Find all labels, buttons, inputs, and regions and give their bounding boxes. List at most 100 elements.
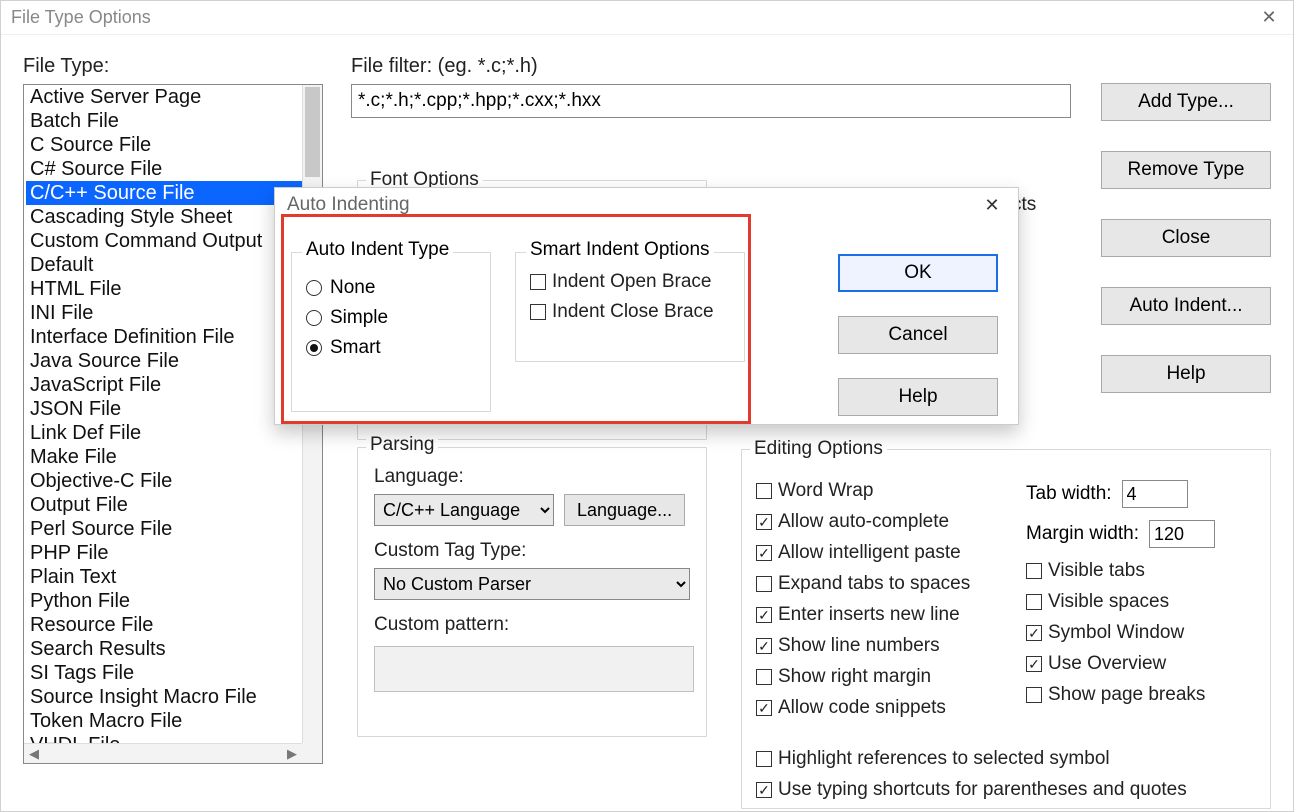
file-type-item[interactable]: Java Source File — [26, 349, 302, 373]
add-type-button[interactable]: Add Type... — [1101, 83, 1271, 121]
file-type-item[interactable]: INI File — [26, 301, 302, 325]
editing-option-checkbox[interactable]: Expand tabs to spaces — [756, 573, 970, 595]
language-select[interactable]: C/C++ Language — [374, 494, 554, 526]
editing-option-checkbox[interactable]: Visible spaces — [1026, 591, 1169, 613]
language-button[interactable]: Language... — [564, 494, 685, 526]
radio-dot — [306, 310, 322, 326]
auto-indent-radio[interactable]: Simple — [306, 307, 490, 329]
editing-option-checkbox[interactable]: Visible tabs — [1026, 560, 1145, 582]
editing-option-checkbox[interactable]: Indent Close Brace — [530, 301, 714, 323]
editing-option-checkbox[interactable]: Highlight references to selected symbol — [756, 748, 1110, 770]
file-type-item[interactable]: Search Results — [26, 637, 302, 661]
editing-option-checkbox[interactable]: ✓ Use typing shortcuts for parentheses an… — [756, 779, 1187, 801]
checkbox-label: Indent Open Brace — [552, 271, 712, 293]
scroll-right-icon[interactable]: ▶ — [282, 746, 302, 762]
close-icon[interactable]: ✕ — [1255, 7, 1283, 28]
file-type-item[interactable]: Interface Definition File — [26, 325, 302, 349]
remove-type-button[interactable]: Remove Type — [1101, 151, 1271, 189]
checkbox-label: Use Overview — [1048, 653, 1166, 675]
checkbox-box — [1026, 594, 1042, 610]
checkbox-box — [756, 576, 772, 592]
file-type-item[interactable]: SI Tags File — [26, 661, 302, 685]
tab-width-label: Tab width: — [1026, 483, 1112, 505]
checkbox-box: ✓ — [1026, 656, 1042, 672]
file-type-item[interactable]: C/C++ Source File — [26, 181, 302, 205]
file-filter-input[interactable] — [351, 84, 1071, 118]
checkbox-label: Visible spaces — [1048, 591, 1169, 613]
editing-option-checkbox[interactable]: Show right margin — [756, 666, 931, 688]
auto-indent-radio[interactable]: Smart — [306, 337, 490, 359]
auto-indent-titlebar: Auto Indenting ✕ — [275, 188, 1018, 222]
editing-option-checkbox[interactable]: ✓Enter inserts new line — [756, 604, 960, 626]
checkbox-box — [530, 274, 546, 290]
listbox-hscrollbar[interactable]: ◀ ▶ — [24, 743, 302, 763]
auto-indent-ok-button[interactable]: OK — [838, 254, 998, 292]
file-type-item[interactable]: Plain Text — [26, 565, 302, 589]
editing-option-checkbox[interactable]: ✓ Show line numbers — [756, 635, 940, 657]
help-button[interactable]: Help — [1101, 355, 1271, 393]
editing-option-checkbox[interactable]: Show page breaks — [1026, 684, 1205, 706]
file-type-item[interactable]: Resource File — [26, 613, 302, 637]
auto-indent-cancel-button[interactable]: Cancel — [838, 316, 998, 354]
auto-indent-radio[interactable]: None — [306, 277, 490, 299]
editing-options-label: Editing Options — [750, 438, 887, 460]
checkbox-box: ✓ — [756, 782, 772, 798]
file-type-item[interactable]: Default — [26, 253, 302, 277]
scrollbar-corner — [302, 743, 322, 763]
checkbox-label: Show line numbers — [778, 635, 940, 657]
file-type-item[interactable]: JavaScript File — [26, 373, 302, 397]
file-type-item[interactable]: Perl Source File — [26, 517, 302, 541]
file-type-item[interactable]: Output File — [26, 493, 302, 517]
checkbox-box: ✓ — [756, 700, 772, 716]
file-type-item[interactable]: VHDL File — [26, 733, 302, 743]
editing-option-checkbox[interactable]: Indent Open Brace — [530, 271, 712, 293]
auto-indent-help-button[interactable]: Help — [838, 378, 998, 416]
custom-pattern-input[interactable] — [374, 646, 694, 692]
editing-option-checkbox[interactable]: ✓Allow auto-complete — [756, 511, 949, 533]
file-type-item[interactable]: Make File — [26, 445, 302, 469]
file-type-item[interactable]: Source Insight Macro File — [26, 685, 302, 709]
margin-width-input[interactable] — [1149, 520, 1215, 548]
file-type-item[interactable]: Batch File — [26, 109, 302, 133]
file-type-item[interactable]: HTML File — [26, 277, 302, 301]
file-type-item[interactable]: Active Server Page — [26, 85, 302, 109]
checkbox-label: Allow intelligent paste — [778, 542, 961, 564]
checkbox-label: Show right margin — [778, 666, 931, 688]
file-type-item[interactable]: C Source File — [26, 133, 302, 157]
radio-label: None — [330, 277, 375, 299]
checkbox-label: Use typing shortcuts for parentheses and… — [778, 779, 1187, 801]
custom-tag-select[interactable]: No Custom Parser — [374, 568, 690, 600]
file-type-item[interactable]: Objective-C File — [26, 469, 302, 493]
file-type-item[interactable]: C# Source File — [26, 157, 302, 181]
auto-indent-type-group: Auto Indent Type NoneSimpleSmart — [291, 252, 491, 412]
checkbox-box: ✓ — [756, 638, 772, 654]
checkbox-box — [756, 669, 772, 685]
close-button[interactable]: Close — [1101, 219, 1271, 257]
editing-option-checkbox[interactable]: ✓ Use Overview — [1026, 653, 1166, 675]
editing-options-group: Editing Options Word Wrap✓Allow auto-com… — [741, 449, 1271, 809]
tab-width-input[interactable] — [1122, 480, 1188, 508]
auto-indent-close-icon[interactable]: ✕ — [978, 195, 1006, 216]
scrollbar-thumb[interactable] — [305, 87, 320, 177]
editing-option-checkbox[interactable]: ✓Allow code snippets — [756, 697, 946, 719]
checkbox-label: Enter inserts new line — [778, 604, 960, 626]
auto-indent-button[interactable]: Auto Indent... — [1101, 287, 1271, 325]
auto-indent-type-label: Auto Indent Type — [302, 239, 453, 261]
scroll-left-icon[interactable]: ◀ — [24, 746, 44, 762]
checkbox-box — [756, 751, 772, 767]
editing-option-checkbox[interactable]: ✓Symbol Window — [1026, 622, 1184, 644]
file-type-item[interactable]: Token Macro File — [26, 709, 302, 733]
file-type-item[interactable]: Link Def File — [26, 421, 302, 445]
radio-label: Smart — [330, 337, 381, 359]
editing-option-checkbox[interactable]: Word Wrap — [756, 480, 873, 502]
filter-area: File filter: (eg. *.c;*.h) — [351, 55, 1071, 118]
file-type-item[interactable]: Python File — [26, 589, 302, 613]
checkbox-box — [1026, 687, 1042, 703]
editing-option-checkbox[interactable]: ✓Allow intelligent paste — [756, 542, 961, 564]
file-type-item[interactable]: PHP File — [26, 541, 302, 565]
title-bar: File Type Options ✕ — [1, 1, 1293, 35]
file-type-item[interactable]: Cascading Style Sheet — [26, 205, 302, 229]
checkbox-label: Expand tabs to spaces — [778, 573, 970, 595]
file-type-item[interactable]: JSON File — [26, 397, 302, 421]
file-type-item[interactable]: Custom Command Output — [26, 229, 302, 253]
